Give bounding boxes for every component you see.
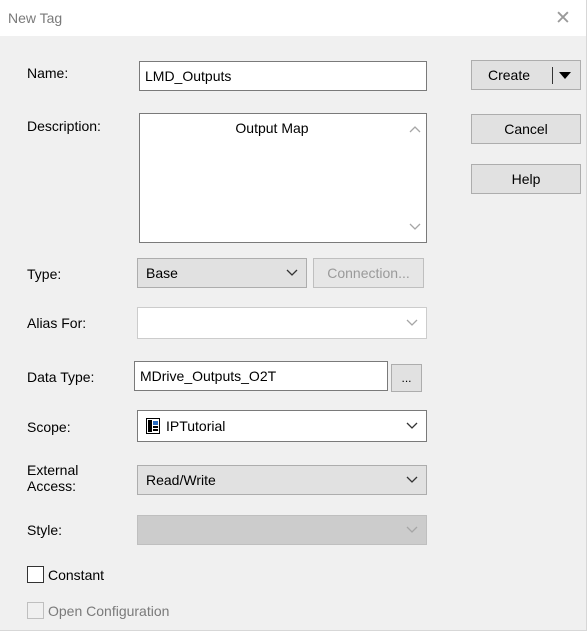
- scroll-up-icon[interactable]: [408, 122, 422, 136]
- scope-value: IPTutorial: [166, 418, 226, 434]
- data-type-input[interactable]: MDrive_Outputs_O2T: [134, 361, 388, 391]
- cancel-button[interactable]: Cancel: [471, 114, 581, 144]
- external-access-value: Read/Write: [146, 472, 216, 488]
- scope-dropdown[interactable]: IPTutorial: [137, 410, 427, 442]
- new-tag-dialog: New Tag ✕ Name: LMD_Outputs Description:…: [0, 0, 587, 631]
- data-type-label: Data Type:: [27, 369, 95, 385]
- name-input-value: LMD_Outputs: [145, 68, 232, 84]
- open-configuration-checkbox[interactable]: [27, 602, 44, 619]
- chevron-down-icon: [406, 476, 418, 484]
- chevron-down-icon: [406, 319, 418, 327]
- style-dropdown[interactable]: [137, 515, 427, 545]
- name-label: Name:: [27, 65, 69, 81]
- description-label: Description:: [27, 118, 101, 134]
- title-bar[interactable]: New Tag ✕: [0, 0, 586, 36]
- window-title: New Tag: [8, 10, 63, 26]
- create-button[interactable]: Create: [471, 60, 581, 90]
- chevron-down-icon: [406, 422, 418, 430]
- data-type-value: MDrive_Outputs_O2T: [140, 368, 277, 384]
- name-input[interactable]: LMD_Outputs: [139, 61, 427, 91]
- scope-label: Scope:: [27, 419, 71, 435]
- chevron-down-icon: [286, 269, 298, 277]
- alias-for-label: Alias For:: [27, 315, 87, 331]
- split-divider: [552, 67, 553, 84]
- controller-icon: [146, 418, 160, 434]
- browse-data-type-button[interactable]: ...: [391, 364, 422, 392]
- external-access-label: External Access:: [27, 462, 78, 494]
- scroll-down-icon[interactable]: [408, 220, 422, 234]
- alias-for-dropdown[interactable]: [137, 307, 427, 339]
- type-value: Base: [146, 265, 178, 281]
- open-configuration-label: Open Configuration: [48, 603, 170, 619]
- constant-label: Constant: [48, 567, 105, 583]
- external-access-label-line-1: External: [27, 462, 79, 478]
- external-access-label-line-2: Access:: [27, 478, 77, 494]
- external-access-dropdown[interactable]: Read/Write: [137, 465, 427, 495]
- type-dropdown[interactable]: Base: [137, 258, 307, 288]
- style-label: Style:: [27, 522, 63, 538]
- type-label: Type:: [27, 266, 62, 282]
- chevron-down-icon: [406, 526, 418, 534]
- close-icon[interactable]: ✕: [540, 0, 586, 36]
- create-button-label: Create: [488, 67, 531, 83]
- connection-button[interactable]: Connection...: [313, 258, 424, 288]
- description-textarea[interactable]: Output Map: [139, 113, 427, 243]
- help-button[interactable]: Help: [471, 164, 581, 194]
- constant-checkbox[interactable]: [27, 566, 44, 583]
- description-text: Output Map: [235, 120, 309, 136]
- dropdown-arrow-icon[interactable]: [559, 72, 571, 79]
